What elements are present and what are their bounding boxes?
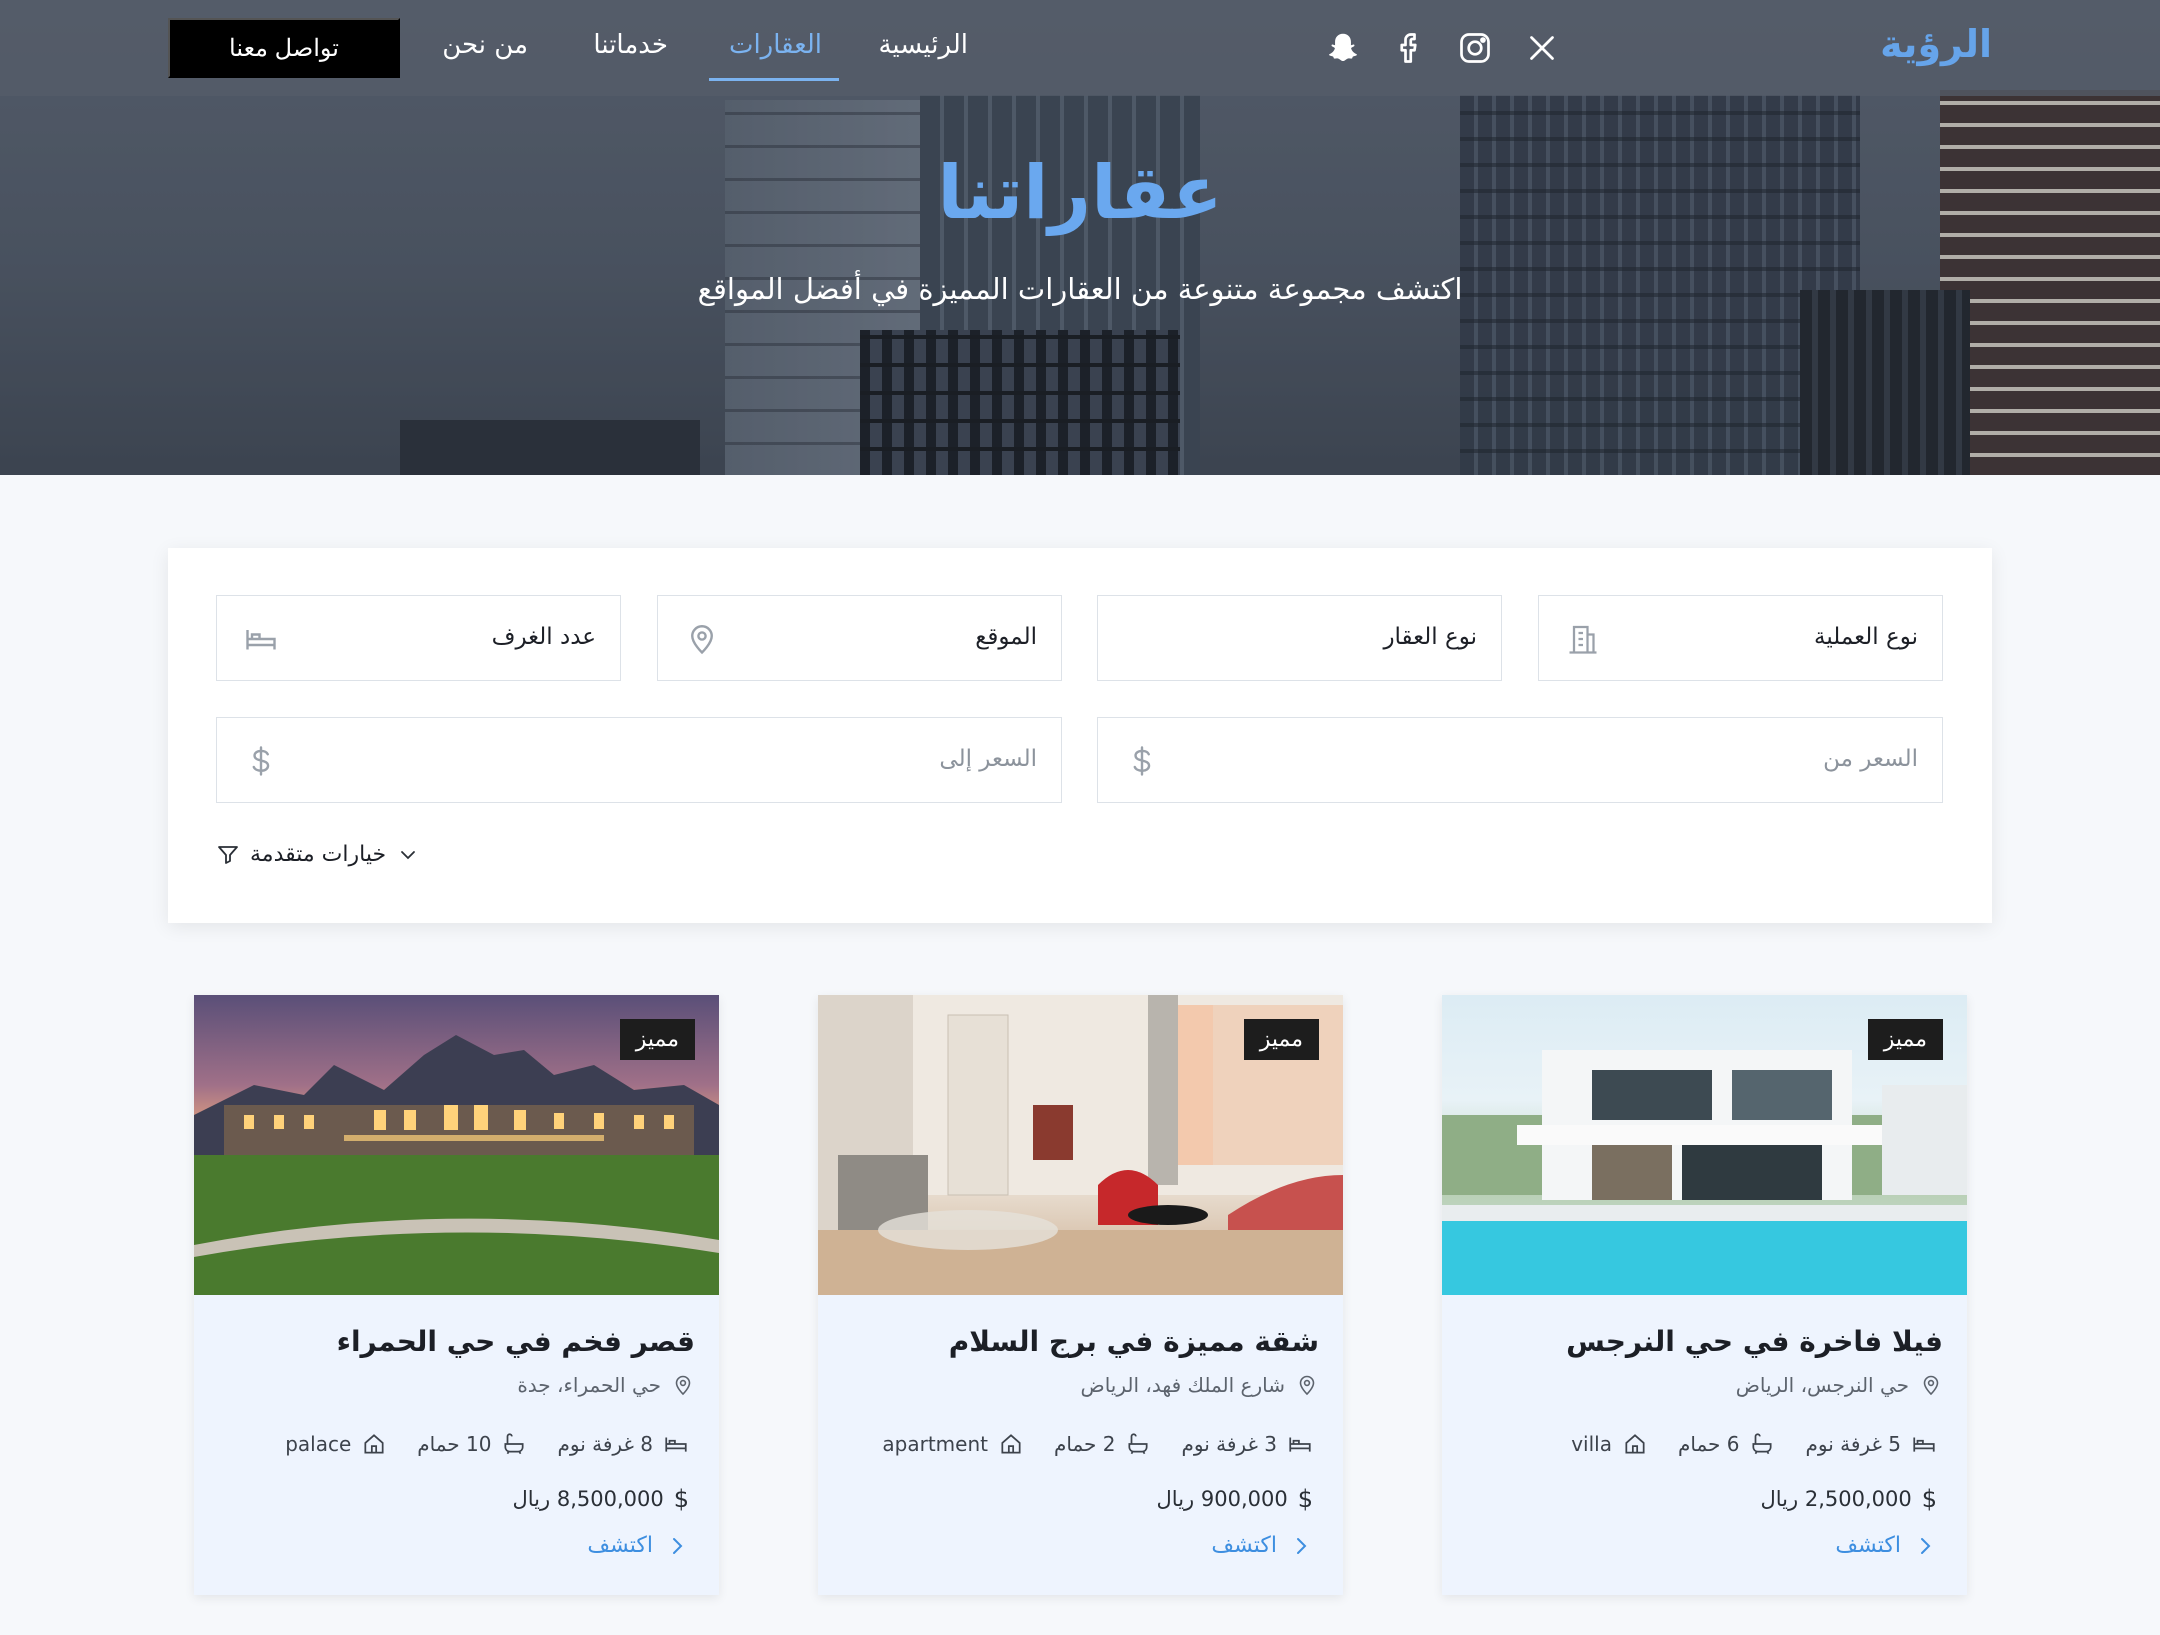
property-image: مميز: [1442, 995, 1967, 1295]
property-address: شارع الملك فهد، الرياض: [1081, 1373, 1319, 1397]
bedrooms-feature: 8 غرفة نوم: [557, 1431, 689, 1457]
operation-type-select[interactable]: نوع العملية: [1538, 595, 1943, 681]
bed-icon: [1913, 1437, 1935, 1452]
bathrooms-feature: 6 حمام: [1678, 1431, 1776, 1457]
explore-link[interactable]: اكتشف: [1211, 1533, 1313, 1558]
property-price: $ 900,000 ريال: [1156, 1485, 1313, 1513]
property-title: شقة مميزة في برج السلام: [948, 1325, 1319, 1358]
bed-icon: [1289, 1437, 1311, 1452]
snapchat-icon[interactable]: [1323, 28, 1363, 68]
map-pin-icon: [1299, 1375, 1315, 1396]
nav-link-services[interactable]: خدماتنا: [593, 30, 668, 60]
dollar-icon: [1133, 746, 1151, 776]
map-pin-icon: [675, 1375, 691, 1396]
price-from-placeholder: السعر من: [1823, 746, 1918, 772]
property-type-feature: villa: [1571, 1431, 1648, 1457]
bedrooms-feature: 5 غرفة نوم: [1805, 1431, 1937, 1457]
instagram-icon[interactable]: [1455, 28, 1495, 68]
map-pin-icon: [691, 625, 713, 655]
dollar-icon: $: [1921, 1485, 1937, 1513]
chevron-right-icon: [1297, 1537, 1307, 1554]
active-tab-indicator: [709, 78, 839, 81]
home-icon: [1625, 1434, 1645, 1454]
advanced-options-label: خيارات متقدمة: [250, 842, 387, 867]
home-icon: [364, 1434, 384, 1454]
filter-icon: [218, 845, 238, 864]
price-to-placeholder: السعر إلى: [939, 746, 1037, 772]
property-image: مميز: [194, 995, 719, 1295]
contact-us-button[interactable]: تواصل معنا: [168, 18, 400, 78]
bathrooms-feature: 10 حمام: [417, 1431, 527, 1457]
location-select[interactable]: الموقع: [657, 595, 1062, 681]
dollar-icon: [252, 746, 270, 776]
nav-link-home[interactable]: الرئيسية: [878, 30, 968, 60]
price-from-input[interactable]: السعر من: [1097, 717, 1943, 803]
dollar-icon: $: [1297, 1485, 1313, 1513]
property-address: حي الحمراء، جدة: [517, 1373, 695, 1397]
property-features: 8 غرفة نوم 10 حمام palace: [285, 1431, 689, 1457]
bed-icon: [246, 630, 276, 650]
bath-icon: [1752, 1433, 1773, 1455]
chevron-down-icon: [401, 850, 415, 859]
featured-badge: مميز: [1243, 1019, 1319, 1060]
chevron-right-icon: [673, 1537, 683, 1554]
property-price: $ 8,500,000 ريال: [512, 1485, 690, 1513]
property-card[interactable]: مميز قصر فخم في حي الحمراء حي الحمراء، ج…: [194, 995, 719, 1595]
chevron-right-icon: [1921, 1537, 1931, 1554]
property-type-label: نوع العقار: [1383, 624, 1477, 650]
property-price: $ 2,500,000 ريال: [1760, 1485, 1938, 1513]
property-search-panel: نوع العملية نوع العقار الموقع عدد الغرف …: [168, 548, 1992, 923]
property-image: مميز: [818, 995, 1343, 1295]
price-to-input[interactable]: السعر إلى: [216, 717, 1062, 803]
map-pin-icon: [1923, 1375, 1939, 1396]
property-card[interactable]: مميز شقة مميزة في برج السلام شارع الملك …: [818, 995, 1343, 1595]
nav-link-properties[interactable]: العقارات: [729, 30, 822, 60]
nav-link-about[interactable]: من نحن: [442, 30, 528, 60]
hero-subtitle: اكتشف مجموعة متنوعة من العقارات المميزة …: [697, 272, 1463, 306]
featured-badge: مميز: [1867, 1019, 1943, 1060]
facebook-icon[interactable]: [1390, 28, 1430, 68]
property-address: حي النرجس، الرياض: [1736, 1373, 1943, 1397]
property-features: 5 غرفة نوم 6 حمام villa: [1571, 1431, 1937, 1457]
operation-type-label: نوع العملية: [1814, 624, 1918, 650]
property-card[interactable]: مميز فيلا فاخرة في حي النرجس حي النرجس، …: [1442, 995, 1967, 1595]
explore-link[interactable]: اكتشف: [587, 1533, 689, 1558]
bathrooms-feature: 2 حمام: [1054, 1431, 1152, 1457]
property-title: فيلا فاخرة في حي النرجس: [1566, 1325, 1943, 1358]
advanced-options-toggle[interactable]: خيارات متقدمة: [216, 842, 420, 867]
building-icon: [1569, 625, 1597, 654]
brand-logo[interactable]: الرؤية: [1880, 22, 1992, 66]
bed-icon: [665, 1437, 687, 1452]
featured-badge: مميز: [619, 1019, 695, 1060]
bath-icon: [504, 1433, 525, 1455]
dollar-icon: $: [673, 1485, 689, 1513]
home-icon: [1001, 1434, 1021, 1454]
x-icon[interactable]: [1522, 28, 1562, 68]
rooms-select[interactable]: عدد الغرف: [216, 595, 621, 681]
property-type-feature: apartment: [882, 1431, 1024, 1457]
bath-icon: [1128, 1433, 1149, 1455]
location-label: الموقع: [975, 624, 1037, 650]
explore-link[interactable]: اكتشف: [1835, 1533, 1937, 1558]
property-type-select[interactable]: نوع العقار: [1097, 595, 1502, 681]
hero-title: عقاراتنا: [937, 150, 1223, 236]
property-title: قصر فخم في حي الحمراء: [336, 1325, 695, 1358]
bedrooms-feature: 3 غرفة نوم: [1181, 1431, 1313, 1457]
rooms-label: عدد الغرف: [491, 624, 596, 650]
property-features: 3 غرفة نوم 2 حمام apartment: [882, 1431, 1313, 1457]
property-type-feature: palace: [285, 1431, 387, 1457]
top-navbar: الرؤية الرئيسية العقارات خدماتنا من نحن …: [0, 0, 2160, 96]
